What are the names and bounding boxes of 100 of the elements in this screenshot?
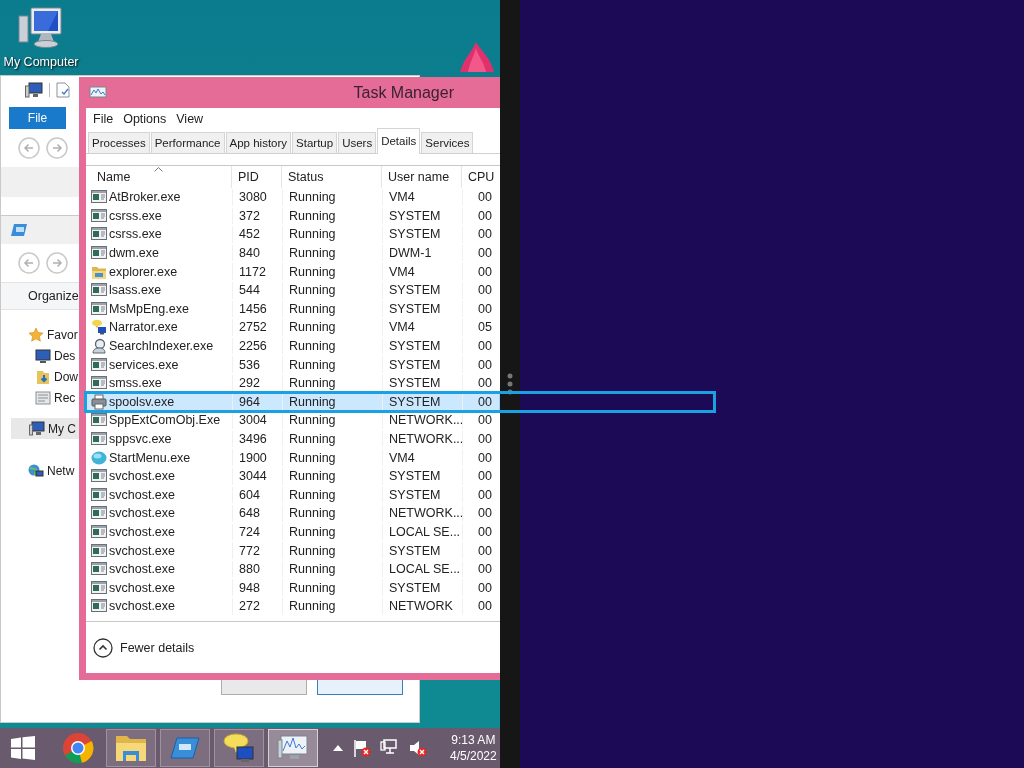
- table-cell: 964: [239, 394, 260, 409]
- desktop-icon-label[interactable]: My Computer: [3, 55, 79, 69]
- table-cell: 452: [239, 227, 260, 242]
- program-window-icon: [91, 282, 107, 299]
- file-tab[interactable]: File: [9, 107, 66, 129]
- toolbar-button[interactable]: Organize: [28, 289, 79, 303]
- table-row[interactable]: SearchIndexer.exe 2256 Running SYSTEM 00: [86, 336, 500, 356]
- table-cell: 00: [478, 543, 492, 558]
- computer-icon[interactable]: [25, 81, 43, 98]
- table-row[interactable]: services.exe 536 Running SYSTEM 00: [86, 355, 500, 374]
- table-cell: 272: [239, 599, 260, 614]
- tab[interactable]: Startup: [292, 132, 338, 153]
- table-row[interactable]: StartMenu.exe 1900 Running VM4 00: [86, 448, 500, 467]
- table-row[interactable]: svchost.exe 648 Running NETWORK... 00: [86, 504, 500, 523]
- taskbar-button[interactable]: [268, 729, 318, 767]
- table-row[interactable]: svchost.exe 604 Running SYSTEM 00: [86, 485, 500, 505]
- program-window-icon: [91, 300, 107, 317]
- table-row[interactable]: dwm.exe 840 Running DWM-1 00: [86, 243, 500, 263]
- table-row[interactable]: svchost.exe 3044 Running SYSTEM 00: [86, 466, 500, 486]
- table-cell: Running: [289, 580, 336, 595]
- table-cell: 00: [478, 208, 492, 223]
- table-cell: svchost.exe: [109, 599, 175, 614]
- program-window-icon: [91, 486, 107, 503]
- table-cell: Narrator.exe: [109, 320, 178, 335]
- column-header[interactable]: Status: [288, 170, 324, 184]
- tab[interactable]: Services: [421, 132, 474, 153]
- table-row[interactable]: svchost.exe 948 Running SYSTEM 00: [86, 578, 500, 598]
- nav-item[interactable]: Favor: [47, 327, 78, 342]
- table-cell: 544: [239, 283, 260, 298]
- table-cell: 724: [239, 525, 260, 539]
- table-cell: 3004: [239, 413, 267, 428]
- table-cell: SYSTEM: [389, 208, 441, 223]
- table-cell: 292: [239, 376, 260, 391]
- tab[interactable]: Details: [377, 128, 421, 154]
- table-cell: svchost.exe: [109, 469, 175, 484]
- window-icon: [10, 223, 28, 237]
- table-cell: 00: [478, 376, 492, 391]
- column-header[interactable]: PID: [238, 170, 259, 184]
- nav-item[interactable]: Rec: [54, 390, 76, 405]
- column-header[interactable]: User name: [388, 170, 450, 184]
- table-row[interactable]: csrss.exe 452 Running SYSTEM 00: [86, 225, 500, 244]
- table-cell: SYSTEM: [389, 376, 441, 391]
- speaker-icon[interactable]: [408, 738, 428, 758]
- table-row[interactable]: sppsvc.exe 3496 Running NETWORK... 00: [86, 429, 500, 449]
- caret-up-button[interactable]: [332, 744, 344, 752]
- table-cell: 00: [478, 283, 492, 298]
- table-row[interactable]: svchost.exe 724 Running LOCAL SE... 00: [86, 522, 500, 542]
- menu-item[interactable]: Options: [118, 111, 172, 126]
- windows-logo-icon: [9, 736, 37, 760]
- table-row[interactable]: explorer.exe 1172 Running VM4 00: [86, 262, 500, 281]
- table-cell: 3044: [239, 469, 267, 484]
- table-row[interactable]: MsMpEng.exe 1456 Running SYSTEM 00: [86, 299, 500, 319]
- table-cell: Running: [289, 208, 336, 223]
- nav-item[interactable]: Des: [54, 348, 76, 363]
- table-cell: csrss.exe: [109, 208, 162, 223]
- table-cell: 00: [478, 469, 492, 484]
- table-cell: svchost.exe: [109, 562, 175, 577]
- document-icon[interactable]: [56, 81, 70, 98]
- nav-item[interactable]: Dow: [54, 369, 78, 384]
- table-cell: Running: [289, 246, 336, 261]
- program-window-icon: [91, 561, 107, 578]
- table-cell: VM4: [389, 450, 415, 465]
- column-header[interactable]: CPU: [468, 170, 495, 184]
- table-cell: smss.exe: [109, 376, 162, 391]
- taskbar-button[interactable]: [160, 729, 210, 767]
- taskbar-button[interactable]: [106, 729, 156, 767]
- table-cell: sppsvc.exe: [109, 432, 172, 446]
- table-row[interactable]: SppExtComObj.Exe 3004 Running NETWORK... 00: [86, 411, 500, 430]
- table-cell: Running: [289, 506, 336, 521]
- clock[interactable]: 9:13 AM 4/5/2022: [450, 732, 497, 764]
- table-row[interactable]: smss.exe 292 Running SYSTEM 00: [86, 373, 500, 393]
- table-cell: SYSTEM: [389, 357, 441, 372]
- fewer-details-button[interactable]: Fewer details: [93, 637, 195, 658]
- table-row[interactable]: svchost.exe 272 Running NETWORK 00: [86, 597, 500, 616]
- monitor-chart-icon: [277, 734, 309, 762]
- program-window-icon: [91, 431, 107, 447]
- table-cell: SYSTEM: [389, 301, 441, 316]
- table-row[interactable]: svchost.exe 772 Running SYSTEM 00: [86, 541, 500, 560]
- flag-icon[interactable]: [352, 738, 372, 758]
- table-cell: 536: [239, 357, 260, 372]
- taskbar-button[interactable]: [214, 729, 264, 767]
- nav-item[interactable]: My C: [48, 421, 76, 436]
- program-window-icon: [91, 505, 107, 522]
- nav-item[interactable]: Netw: [47, 463, 75, 478]
- column-header[interactable]: Name: [97, 170, 131, 184]
- table-row[interactable]: lsass.exe 544 Running SYSTEM 00: [86, 280, 500, 300]
- tab[interactable]: Processes: [88, 132, 150, 153]
- menu-item[interactable]: File: [88, 111, 119, 126]
- table-row[interactable]: csrss.exe 372 Running SYSTEM 00: [86, 206, 500, 226]
- sphere-icon: [91, 449, 107, 466]
- tab[interactable]: App history: [225, 132, 292, 153]
- menu-item[interactable]: View: [171, 111, 209, 126]
- tab[interactable]: Users: [338, 132, 377, 153]
- table-row[interactable]: AtBroker.exe 3080 Running VM4 00: [86, 188, 500, 207]
- table-row[interactable]: svchost.exe 880 Running LOCAL SE... 00: [86, 559, 500, 579]
- table-cell: 00: [478, 487, 492, 502]
- table-cell: NETWORK...: [389, 506, 462, 521]
- tab[interactable]: Performance: [150, 132, 225, 153]
- table-cell: 1900: [239, 450, 267, 465]
- table-row[interactable]: Narrator.exe 2752 Running VM4 05: [86, 318, 500, 337]
